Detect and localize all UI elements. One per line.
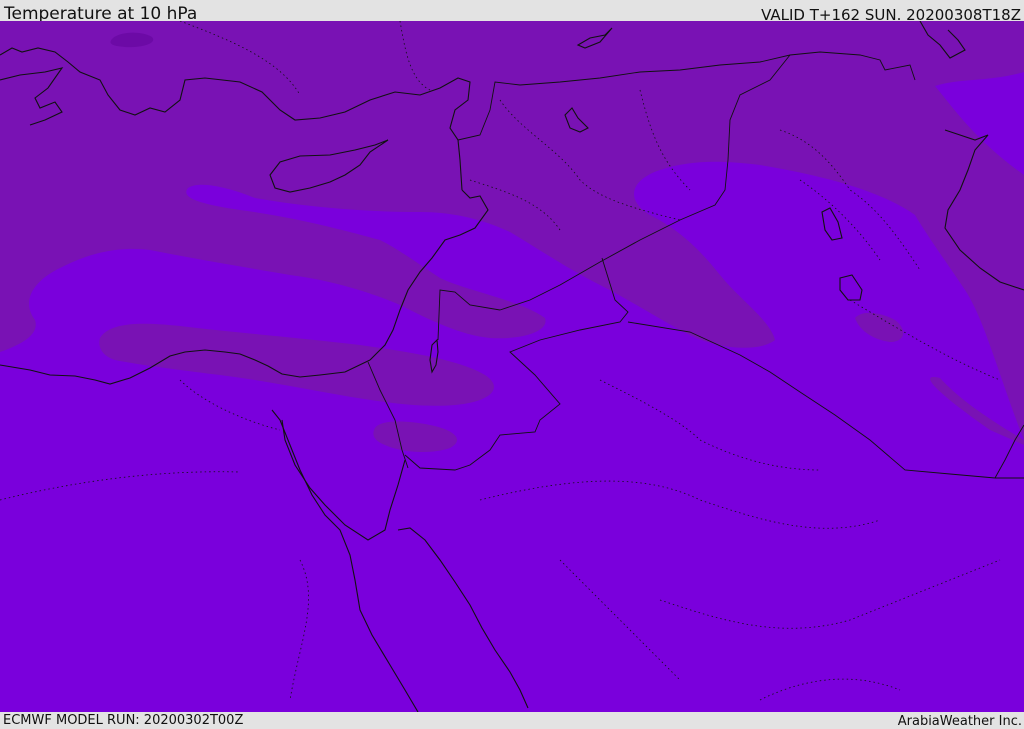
model-run-label: ECMWF MODEL RUN: 20200302T00Z <box>3 713 244 728</box>
map-canvas[interactable] <box>0 21 1024 712</box>
credit-label: ArabiaWeather Inc. <box>897 714 1022 729</box>
footer-bar: ECMWF MODEL RUN: 20200302T00Z ArabiaWeat… <box>0 712 1024 729</box>
map-frame: Temperature at 10 hPa VALID T+162 SUN. 2… <box>0 0 1024 729</box>
header-bar: Temperature at 10 hPa VALID T+162 SUN. 2… <box>0 0 1024 24</box>
